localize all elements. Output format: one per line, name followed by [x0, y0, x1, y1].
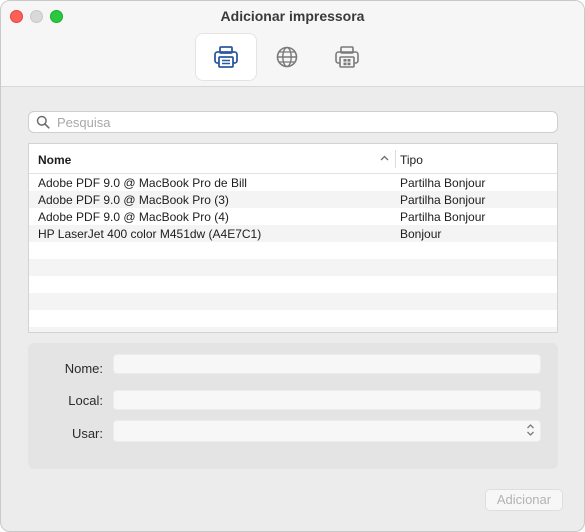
printer-name: HP LaserJet 400 color M451dw (A4E7C1) [38, 227, 262, 241]
tab-default-printers[interactable] [196, 34, 256, 80]
sort-ascending-icon[interactable] [380, 155, 389, 161]
printer-list-table: Nome Tipo Adobe PDF 9.0 @ MacBook Pro de… [28, 143, 558, 333]
printer-windows-icon [335, 46, 359, 68]
empty-row [29, 293, 557, 310]
column-header-kind[interactable]: Tipo [400, 153, 423, 167]
search-field[interactable] [28, 111, 558, 133]
location-field[interactable] [113, 390, 541, 410]
add-printer-window: Adicionar impressora Pesquisa Nome Tipo … [0, 0, 585, 532]
use-popup[interactable] [113, 420, 541, 442]
empty-row [29, 259, 557, 276]
empty-row [29, 327, 557, 332]
search-icon [36, 115, 50, 129]
search-input[interactable] [57, 114, 547, 130]
use-label: Usar: [71, 426, 103, 441]
tab-windows-printers[interactable] [317, 34, 377, 80]
table-row[interactable]: Adobe PDF 9.0 @ MacBook Pro (3) Partilha… [29, 191, 557, 208]
name-label: Nome: [64, 361, 103, 376]
table-header: Nome Tipo [29, 144, 557, 174]
add-button[interactable]: Adicionar [485, 489, 563, 511]
printer-name: Adobe PDF 9.0 @ MacBook Pro (3) [38, 193, 229, 207]
printer-name: Adobe PDF 9.0 @ MacBook Pro (4) [38, 210, 229, 224]
printer-default-icon [214, 46, 238, 68]
column-divider[interactable] [395, 150, 396, 168]
printer-kind: Bonjour [400, 227, 442, 241]
chevron-updown-icon [527, 424, 534, 436]
empty-row [29, 242, 557, 259]
column-header-name[interactable]: Nome [38, 153, 71, 167]
empty-row [29, 310, 557, 327]
printer-kind: Partilha Bonjour [400, 210, 486, 224]
globe-icon [276, 46, 298, 68]
empty-row [29, 276, 557, 293]
printer-kind: Partilha Bonjour [400, 176, 486, 190]
titlebar: Adicionar impressora [1, 1, 584, 87]
location-label: Local: [68, 393, 103, 408]
table-row[interactable]: HP LaserJet 400 color M451dw (A4E7C1) Bo… [29, 225, 557, 242]
window-title: Adicionar impressora [220, 8, 365, 24]
table-row[interactable]: Adobe PDF 9.0 @ MacBook Pro (4) Partilha… [29, 208, 557, 225]
table-row[interactable]: Adobe PDF 9.0 @ MacBook Pro de Bill Part… [29, 174, 557, 191]
tab-ip-printers[interactable] [257, 34, 317, 80]
name-field[interactable] [113, 354, 541, 374]
printer-kind: Partilha Bonjour [400, 193, 486, 207]
printer-name: Adobe PDF 9.0 @ MacBook Pro de Bill [38, 176, 247, 190]
printer-details-panel: Nome: Local: Usar: [28, 343, 558, 469]
